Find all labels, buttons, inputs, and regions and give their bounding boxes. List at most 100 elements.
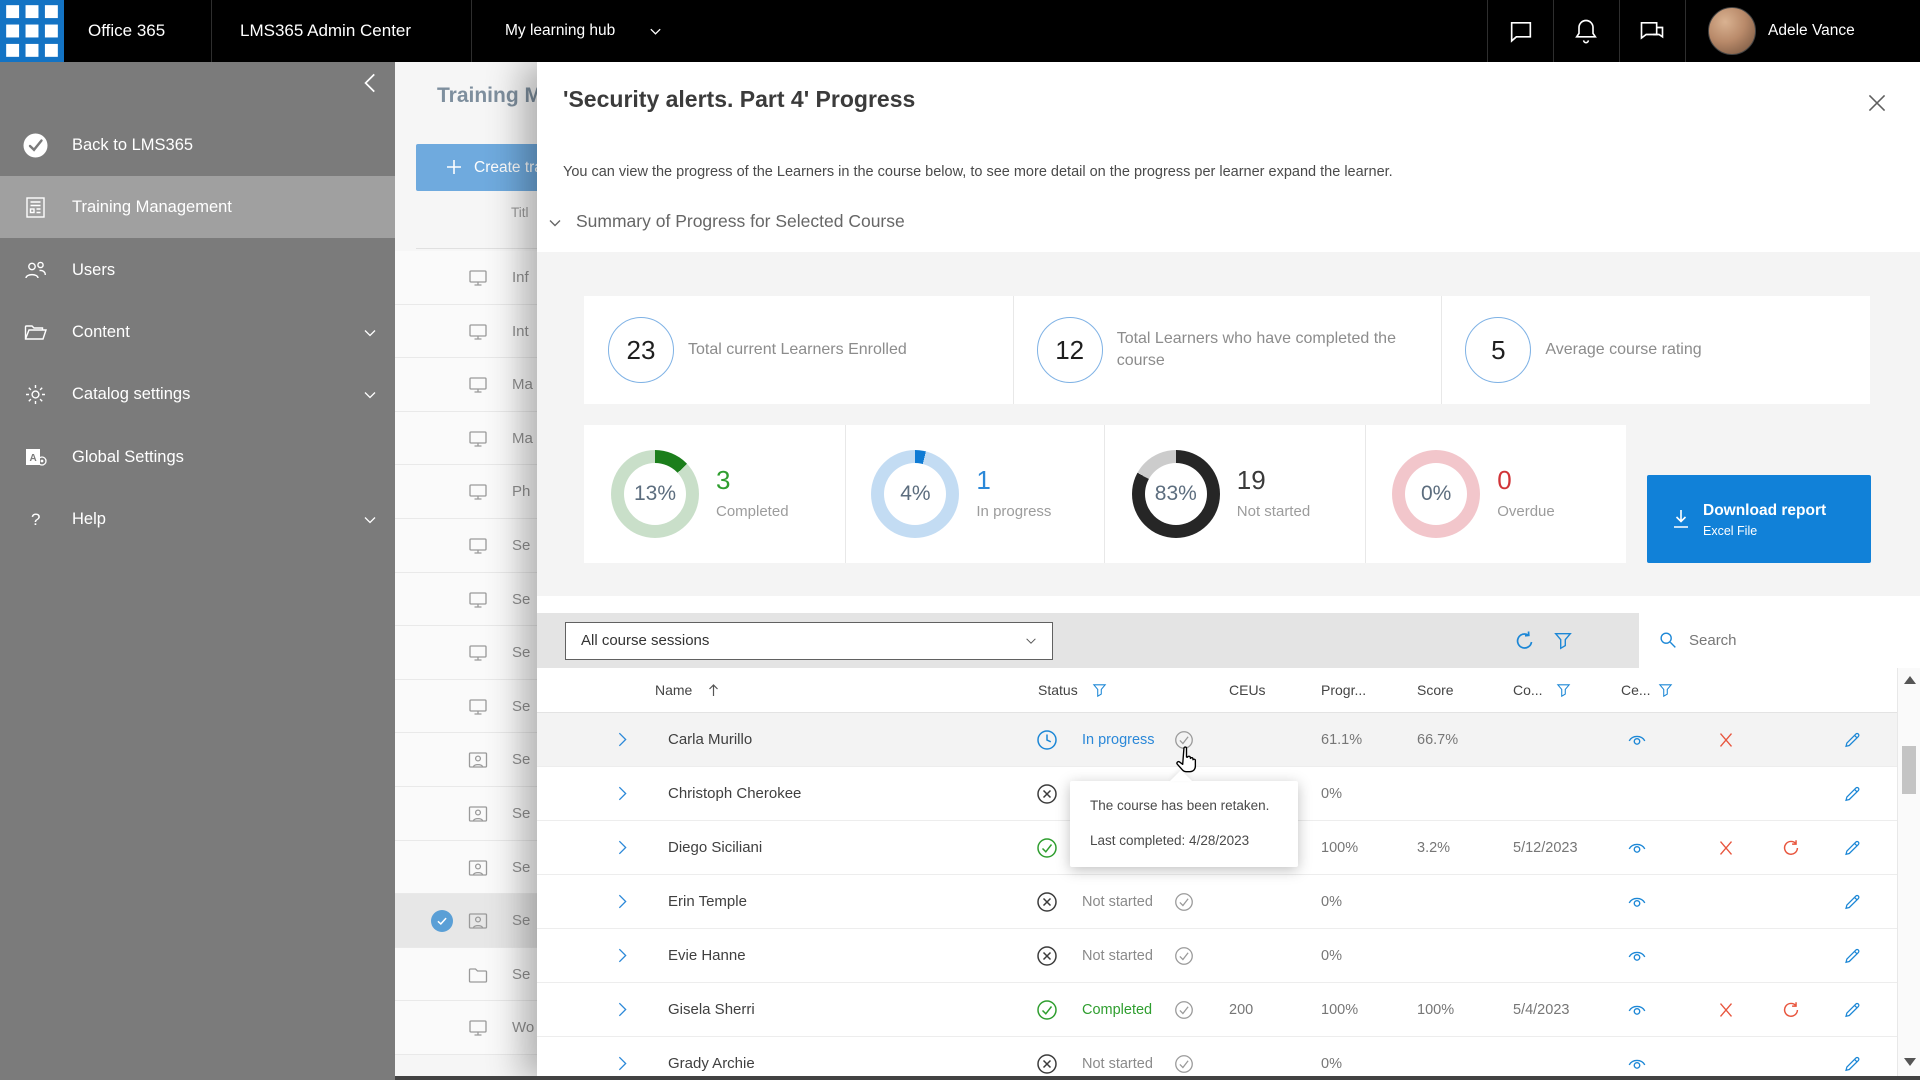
circle-check-icon — [1035, 836, 1059, 860]
chevron-down-icon — [1024, 634, 1038, 648]
app-launcher-button[interactable] — [0, 0, 64, 62]
sidebar-item[interactable]: ? Help — [0, 488, 395, 550]
monitor-icon — [466, 641, 490, 665]
scroll-down-icon[interactable] — [1904, 1058, 1916, 1066]
sort-ascending-icon[interactable] — [705, 682, 722, 699]
eye-icon[interactable] — [1626, 945, 1648, 967]
training-title: Se — [512, 733, 530, 787]
mark-completed-toggle-icon[interactable] — [1173, 999, 1195, 1021]
status-label: Not started — [1082, 875, 1153, 929]
expand-learner-icon[interactable] — [613, 1054, 632, 1073]
close-icon[interactable] — [1864, 90, 1890, 116]
col-score[interactable]: Score — [1417, 668, 1454, 713]
col-certificate[interactable]: Ce... — [1621, 668, 1651, 713]
stat-card: 23 Total current Learners Enrolled — [584, 296, 1013, 404]
topbar-divider — [471, 0, 472, 62]
chevron-down-icon — [362, 387, 378, 403]
expand-learner-icon[interactable] — [613, 730, 632, 749]
eye-icon[interactable] — [1626, 729, 1648, 751]
stat-label: Total current Learners Enrolled — [688, 296, 1012, 404]
training-title: Wo — [512, 1001, 534, 1055]
expand-learner-icon[interactable] — [613, 784, 632, 803]
retake-icon[interactable] — [1780, 999, 1802, 1021]
hub-switcher[interactable]: My learning hub — [505, 0, 615, 62]
monitor-icon — [466, 320, 490, 344]
ceus-value: 200 — [1229, 983, 1253, 1037]
scroll-up-icon[interactable] — [1904, 676, 1916, 684]
avatar[interactable] — [1708, 7, 1756, 55]
refresh-icon[interactable] — [1513, 629, 1537, 653]
chevron-down-icon[interactable] — [648, 24, 663, 39]
eye-icon[interactable] — [1626, 891, 1648, 913]
course-sessions-select[interactable]: All course sessions — [565, 622, 1053, 660]
brand-office365[interactable]: Office 365 — [88, 0, 165, 62]
sidebar-collapse-button[interactable] — [358, 70, 384, 96]
x-mark-icon[interactable] — [1715, 999, 1737, 1021]
completion-date: 5/12/2023 — [1513, 821, 1578, 875]
monitor-icon — [466, 480, 490, 504]
mark-completed-toggle-icon[interactable] — [1173, 891, 1195, 913]
pencil-icon[interactable] — [1841, 783, 1863, 805]
admin-center-title[interactable]: LMS365 Admin Center — [240, 0, 411, 62]
sidebar-item-label: Catalog settings — [72, 363, 190, 425]
pencil-icon[interactable] — [1841, 837, 1863, 859]
pencil-icon[interactable] — [1841, 1053, 1863, 1075]
circle-x-icon — [1035, 1052, 1059, 1076]
retake-icon[interactable] — [1780, 837, 1802, 859]
mark-completed-toggle-icon[interactable] — [1173, 1053, 1195, 1075]
learner-row[interactable]: Gisela Sherri Completed 200 100% 100% 5/… — [537, 983, 1897, 1037]
search-input[interactable] — [1687, 613, 1907, 668]
filter-funnel-icon[interactable] — [1555, 682, 1572, 699]
summary-section-heading[interactable]: Summary of Progress for Selected Course — [576, 211, 905, 232]
col-status[interactable]: Status — [1038, 668, 1078, 713]
donut-label: Overdue — [1497, 503, 1555, 520]
eye-icon[interactable] — [1626, 837, 1648, 859]
pencil-icon[interactable] — [1841, 999, 1863, 1021]
eye-icon[interactable] — [1626, 1053, 1648, 1075]
learner-row[interactable]: Carla Murillo In progress 61.1% 66.7% — [537, 713, 1897, 767]
donut-chart: 83% — [1132, 450, 1220, 538]
x-mark-icon[interactable] — [1715, 837, 1737, 859]
learner-row[interactable]: Erin Temple Not started 0% — [537, 875, 1897, 929]
download-report-button[interactable]: Download report Excel File — [1647, 475, 1871, 563]
sidebar-item[interactable]: Users — [0, 239, 395, 301]
expand-learner-icon[interactable] — [613, 946, 632, 965]
expand-learner-icon[interactable] — [613, 838, 632, 857]
filter-funnel-icon[interactable] — [1552, 630, 1574, 652]
bell-icon[interactable] — [1572, 17, 1600, 45]
col-name[interactable]: Name — [655, 668, 692, 713]
sidebar-item-label: Users — [72, 239, 115, 301]
donut-chart: 4% — [871, 450, 959, 538]
scrollbar-thumb[interactable] — [1902, 746, 1916, 794]
mark-completed-toggle-icon[interactable] — [1173, 945, 1195, 967]
learner-row[interactable]: Evie Hanne Not started 0% — [537, 929, 1897, 983]
sidebar-item-label: Training Management — [72, 176, 232, 238]
eye-icon[interactable] — [1626, 999, 1648, 1021]
chat-icon[interactable] — [1507, 17, 1535, 45]
filter-funnel-icon[interactable] — [1657, 682, 1674, 699]
sidebar-item[interactable]: A Global Settings — [0, 426, 395, 488]
donut-percent: 4% — [884, 463, 946, 525]
expand-learner-icon[interactable] — [613, 892, 632, 911]
sidebar-item[interactable]: Training Management — [0, 176, 395, 238]
pencil-icon[interactable] — [1841, 729, 1863, 751]
person-frame-icon — [466, 802, 490, 826]
sidebar-item[interactable]: Catalog settings — [0, 363, 395, 425]
sidebar-item[interactable]: Content — [0, 301, 395, 363]
sidebar-item-label: Help — [72, 488, 106, 550]
collapse-section-icon[interactable] — [546, 214, 564, 232]
vertical-scrollbar[interactable] — [1897, 668, 1920, 1076]
col-progress[interactable]: Progr... — [1321, 668, 1366, 713]
col-ceus[interactable]: CEUs — [1229, 668, 1266, 713]
filter-funnel-icon[interactable] — [1091, 682, 1108, 699]
pencil-icon[interactable] — [1841, 945, 1863, 967]
training-title: Se — [512, 894, 530, 948]
x-mark-icon[interactable] — [1715, 729, 1737, 751]
learner-row[interactable]: Grady Archie Not started 0% — [537, 1037, 1897, 1080]
col-completion[interactable]: Co... — [1513, 668, 1543, 713]
pencil-icon[interactable] — [1841, 891, 1863, 913]
sidebar-item[interactable]: Back to LMS365 — [0, 114, 395, 176]
expand-learner-icon[interactable] — [613, 1000, 632, 1019]
feedback-icon[interactable] — [1638, 17, 1666, 45]
user-name[interactable]: Adele Vance — [1768, 0, 1855, 62]
